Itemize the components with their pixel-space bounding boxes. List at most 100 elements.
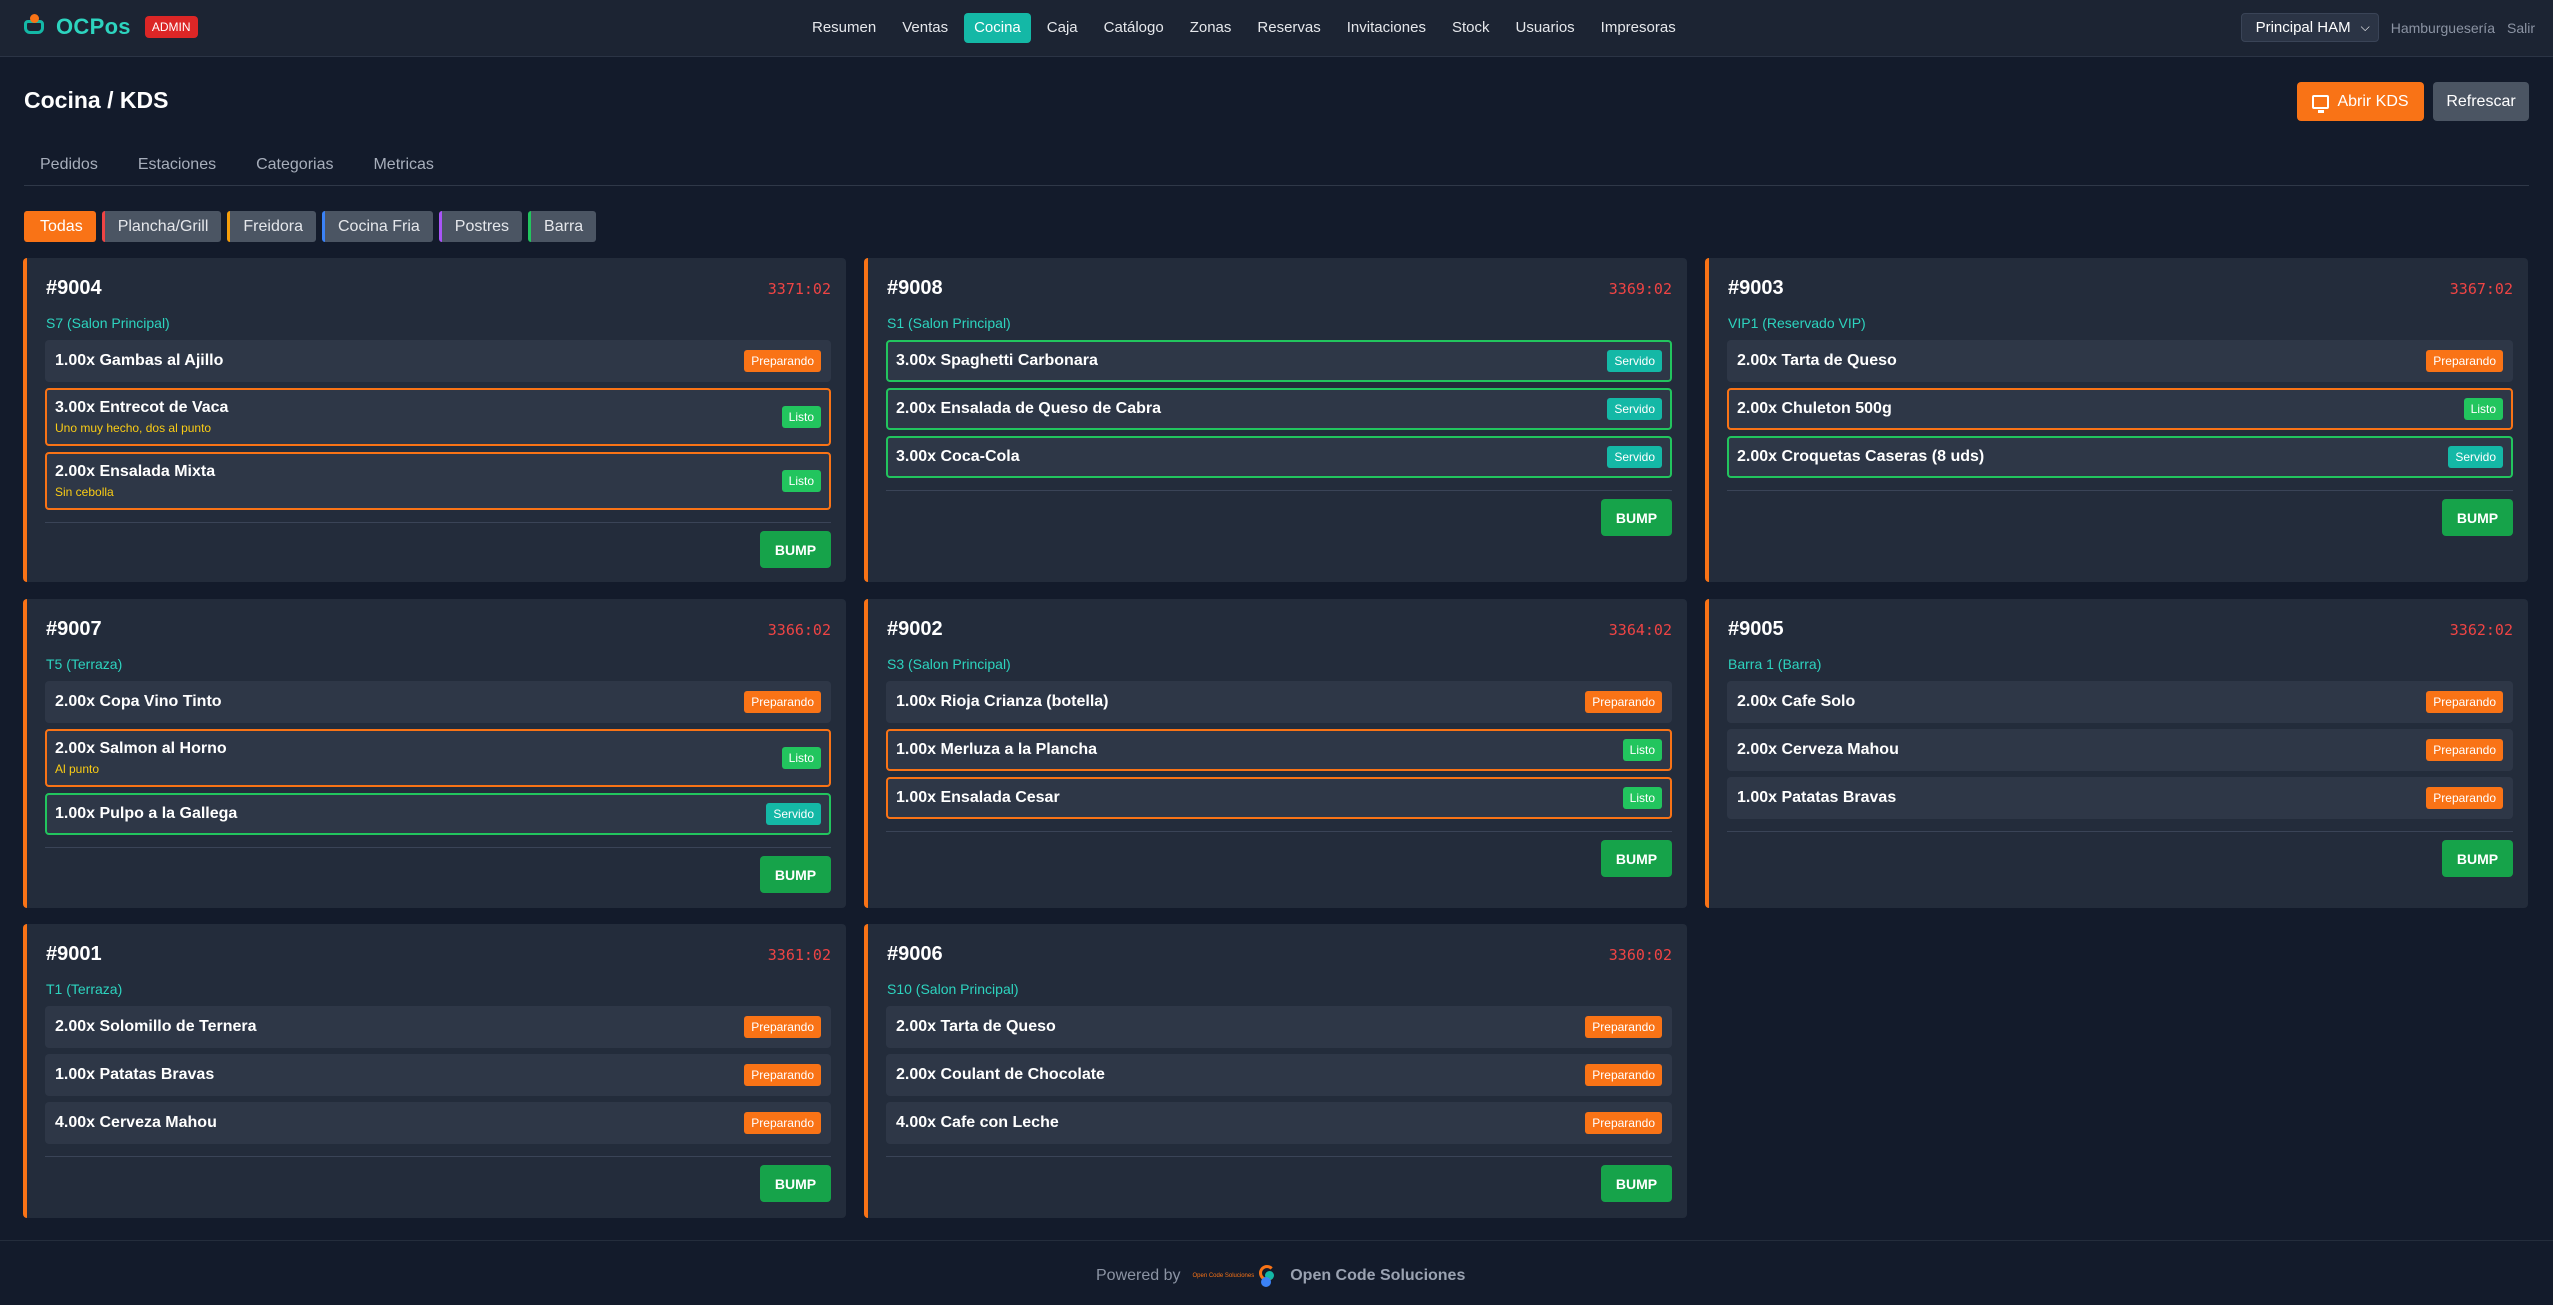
order-item[interactable]: 2.00x Solomillo de Ternera Preparando (45, 1006, 831, 1048)
order-item[interactable]: 4.00x Cerveza Mahou Preparando (45, 1102, 831, 1144)
order-card[interactable]: #9002 3364:02 S3 (Salon Principal) 1.00x Ri… (864, 599, 1687, 908)
status-badge[interactable]: Servido (1607, 398, 1662, 420)
nav-link-7[interactable]: Invitaciones (1337, 13, 1436, 43)
order-item[interactable]: 3.00x Coca-Cola Servido (886, 436, 1672, 478)
order-item-text: 3.00x Coca-Cola (896, 448, 1020, 466)
order-item-name: 2.00x Copa Vino Tinto (55, 693, 222, 710)
order-item[interactable]: 1.00x Rioja Crianza (botella) Preparando (886, 681, 1672, 723)
status-badge[interactable]: Listo (2463, 398, 2503, 420)
open-kds-button[interactable]: Abrir KDS (2297, 82, 2424, 121)
order-item[interactable]: 1.00x Ensalada Cesar Listo (886, 777, 1672, 819)
order-number: #9002 (887, 618, 943, 640)
nav-link-10[interactable]: Impresoras (1591, 13, 1686, 43)
logout-link[interactable]: Salir (2507, 20, 2535, 36)
order-item[interactable]: 1.00x Patatas Bravas Preparando (45, 1054, 831, 1096)
status-badge[interactable]: Preparando (2426, 691, 2503, 713)
order-item[interactable]: 4.00x Cafe con Leche Preparando (886, 1102, 1672, 1144)
nav-link-5[interactable]: Zonas (1180, 13, 1242, 43)
nav-link-3[interactable]: Caja (1037, 13, 1088, 43)
order-card[interactable]: #9003 3367:02 VIP1 (Reservado VIP) 2.00x Ta… (1705, 258, 2528, 582)
status-badge[interactable]: Servido (2448, 446, 2503, 468)
bump-button[interactable]: BUMP (1601, 499, 1672, 536)
branch-select[interactable]: Principal HAM ⌵ (2240, 13, 2379, 42)
order-items: 2.00x Tarta de Queso Preparando 2.00x Chul… (1727, 340, 2513, 484)
status-badge[interactable]: Listo (781, 747, 821, 769)
bump-button[interactable]: BUMP (1601, 1165, 1672, 1202)
tab-3[interactable]: Metricas (357, 150, 449, 185)
status-badge[interactable]: Preparando (744, 1016, 821, 1038)
status-badge[interactable]: Listo (1622, 787, 1662, 809)
order-card[interactable]: #9008 3369:02 S1 (Salon Principal) 3.00x Sp… (864, 258, 1687, 582)
status-badge[interactable]: Preparando (2426, 739, 2503, 761)
order-item[interactable]: 2.00x Copa Vino Tinto Preparando (45, 681, 831, 723)
order-item-text: 2.00x Ensalada de Queso de Cabra (896, 400, 1161, 418)
order-item-text: 2.00x Copa Vino Tinto (55, 693, 222, 711)
status-badge[interactable]: Preparando (744, 691, 821, 713)
status-badge[interactable]: Servido (1607, 446, 1662, 468)
status-badge[interactable]: Listo (781, 470, 821, 492)
order-item[interactable]: 2.00x Tarta de Queso Preparando (886, 1006, 1672, 1048)
order-card[interactable]: #9006 3360:02 S10 (Salon Principal) 2.00x T… (864, 924, 1687, 1218)
station-filter-0[interactable]: Todas (24, 211, 96, 242)
bump-button[interactable]: BUMP (1601, 840, 1672, 877)
order-item[interactable]: 2.00x Coulant de Chocolate Preparando (886, 1054, 1672, 1096)
order-card[interactable]: #9007 3366:02 T5 (Terraza) 2.00x Copa Vino … (23, 599, 846, 908)
station-filter-2[interactable]: Freidora (227, 211, 316, 242)
order-item[interactable]: 2.00x Salmon al Horno Al punto Listo (45, 729, 831, 787)
status-badge[interactable]: Preparando (1585, 1016, 1662, 1038)
tab-1[interactable]: Estaciones (122, 150, 232, 185)
order-item[interactable]: 2.00x Ensalada Mixta Sin cebolla Listo (45, 452, 831, 510)
bump-button[interactable]: BUMP (2442, 840, 2513, 877)
station-filter-5[interactable]: Barra (528, 211, 597, 242)
status-badge[interactable]: Listo (1622, 739, 1662, 761)
order-item[interactable]: 2.00x Croquetas Caseras (8 uds) Servido (1727, 436, 2513, 478)
order-item[interactable]: 3.00x Entrecot de Vaca Uno muy hecho, dos… (45, 388, 831, 446)
refresh-button[interactable]: Refrescar (2433, 82, 2529, 121)
order-item-text: 2.00x Tarta de Queso (1737, 352, 1897, 370)
tab-2[interactable]: Categorias (240, 150, 349, 185)
bump-button[interactable]: BUMP (760, 1165, 831, 1202)
order-item[interactable]: 2.00x Cerveza Mahou Preparando (1727, 729, 2513, 771)
order-item[interactable]: 1.00x Pulpo a la Gallega Servido (45, 793, 831, 835)
station-filter-3[interactable]: Cocina Fria (321, 211, 433, 242)
status-badge[interactable]: Preparando (1585, 691, 1662, 713)
station-filter-1[interactable]: Plancha/Grill (101, 211, 222, 242)
order-item[interactable]: 1.00x Patatas Bravas Preparando (1727, 777, 2513, 819)
status-badge[interactable]: Preparando (744, 1112, 821, 1134)
nav-link-2[interactable]: Cocina (964, 13, 1031, 43)
bump-button[interactable]: BUMP (760, 531, 831, 568)
bump-button[interactable]: BUMP (2442, 499, 2513, 536)
order-item[interactable]: 2.00x Tarta de Queso Preparando (1727, 340, 2513, 382)
status-badge[interactable]: Preparando (744, 1064, 821, 1086)
order-card[interactable]: #9001 3361:02 T1 (Terraza) 2.00x Solomillo … (23, 924, 846, 1218)
status-badge[interactable]: Preparando (744, 350, 821, 372)
status-badge[interactable]: Preparando (2426, 350, 2503, 372)
tab-0[interactable]: Pedidos (24, 150, 114, 185)
order-item[interactable]: 2.00x Cafe Solo Preparando (1727, 681, 2513, 723)
section-tabs: Pedidos Estaciones Categorias Metricas (24, 150, 2529, 186)
nav-link-4[interactable]: Catálogo (1094, 13, 1174, 43)
order-item[interactable]: 2.00x Ensalada de Queso de Cabra Servido (886, 388, 1672, 430)
status-badge[interactable]: Servido (766, 803, 821, 825)
status-badge[interactable]: Preparando (1585, 1112, 1662, 1134)
order-item[interactable]: 2.00x Chuleton 500g Listo (1727, 388, 2513, 430)
status-badge[interactable]: Servido (1607, 350, 1662, 372)
nav-link-9[interactable]: Usuarios (1505, 13, 1584, 43)
order-card[interactable]: #9004 3371:02 S7 (Salon Principal) 1.00x Ga… (23, 258, 846, 582)
order-item[interactable]: 1.00x Merluza a la Plancha Listo (886, 729, 1672, 771)
business-name: Hamburguesería (2390, 19, 2495, 36)
bump-button[interactable]: BUMP (760, 856, 831, 893)
order-item[interactable]: 1.00x Gambas al Ajillo Preparando (45, 340, 831, 382)
order-item-name: 1.00x Merluza a la Plancha (896, 741, 1097, 758)
order-card[interactable]: #9005 3362:02 Barra 1 (Barra) 2.00x Cafe So… (1705, 599, 2528, 908)
status-badge[interactable]: Preparando (2426, 787, 2503, 809)
nav-link-1[interactable]: Ventas (892, 13, 958, 43)
brand[interactable]: OCPos ADMIN (22, 14, 198, 40)
nav-link-8[interactable]: Stock (1442, 13, 1500, 43)
order-item[interactable]: 3.00x Spaghetti Carbonara Servido (886, 340, 1672, 382)
station-filter-4[interactable]: Postres (438, 211, 523, 242)
nav-link-6[interactable]: Reservas (1247, 13, 1330, 43)
status-badge[interactable]: Preparando (1585, 1064, 1662, 1086)
nav-link-0[interactable]: Resumen (802, 13, 886, 43)
status-badge[interactable]: Listo (781, 406, 821, 428)
